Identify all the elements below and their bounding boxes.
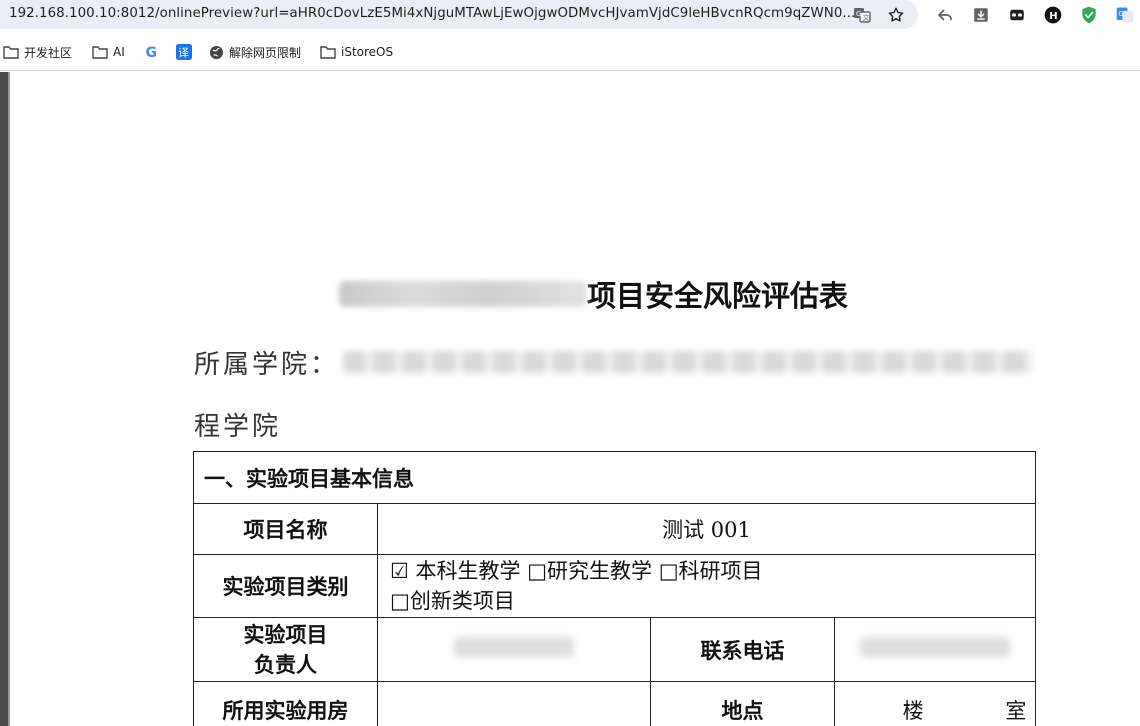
project-type-line-1: ☑ 本科生教学 □研究生教学 □科研项目 <box>390 559 763 583</box>
shield-extension-icon[interactable] <box>1078 4 1100 26</box>
bookmark-remove-restrictions[interactable]: 解除网页限制 <box>209 42 301 62</box>
svg-text:文: 文 <box>863 13 870 22</box>
svg-text:G: G <box>856 10 861 18</box>
location-label: 地点 <box>650 681 835 726</box>
project-name-label: 项目名称 <box>193 503 378 555</box>
bookmark-star-icon[interactable] <box>886 5 906 25</box>
bookmarks-bar: 开发社区 AI G 译 解除网页限制 iStoreOS <box>0 31 1140 71</box>
project-type-line-2: □创新类项目 <box>390 589 515 613</box>
location-value: 楼 室 <box>834 681 1036 726</box>
globe-icon <box>209 45 224 59</box>
browser-toolbar: 192.168.100.10:8012/onlinePreview?url=aH… <box>0 0 1140 31</box>
project-leader-label: 实验项目 负责人 <box>193 617 378 682</box>
bookmark-dev-community[interactable]: 开发社区 <box>3 42 72 62</box>
leader-label-line-1: 实验项目 <box>243 622 328 647</box>
viewer-left-edge <box>0 72 8 726</box>
phone-label: 联系电话 <box>650 617 835 682</box>
document-viewer[interactable]: 项目安全风险评估表 所属学院： 程学院 一、实验项目基本信息 项目名称 测试 0… <box>0 72 1140 726</box>
bookmark-label: AI <box>113 45 125 59</box>
project-type-label: 实验项目类别 <box>193 554 378 618</box>
college-label: 所属学院： <box>194 349 340 380</box>
location-room: 室 <box>1005 698 1027 723</box>
google-translate-extension-icon[interactable]: G <box>1114 4 1136 26</box>
redacted-college-names <box>343 351 1034 373</box>
svg-text:译: 译 <box>178 47 189 60</box>
phone-value <box>834 617 1036 682</box>
redacted-university-name <box>339 281 587 307</box>
translate-page-icon[interactable]: G文 <box>852 5 872 25</box>
project-type-options: ☑ 本科生教学 □研究生教学 □科研项目 □创新类项目 <box>377 554 1036 618</box>
project-name-value: 测试 001 <box>377 503 1036 555</box>
glasses-extension-icon[interactable] <box>1006 4 1028 26</box>
college-line-continued: 程学院 <box>194 404 281 444</box>
bookmark-label: 开发社区 <box>24 45 73 60</box>
bookmark-translate[interactable]: 译 <box>176 42 192 62</box>
bookmark-label: 解除网页限制 <box>229 45 302 60</box>
college-line-2-text: 程学院 <box>194 411 282 442</box>
document-title: 项目安全风险评估表 <box>339 274 848 314</box>
location-building: 楼 <box>902 698 924 723</box>
document-title-text: 项目安全风险评估表 <box>587 279 849 313</box>
url-text[interactable]: 192.168.100.10:8012/onlinePreview?url=aH… <box>9 6 855 21</box>
address-bar[interactable]: 192.168.100.10:8012/onlinePreview?url=aH… <box>0 0 918 29</box>
svg-text:H: H <box>1049 11 1057 22</box>
lab-room-label: 所用实验用房 <box>193 681 378 726</box>
bookmark-google[interactable]: G <box>144 42 160 62</box>
google-icon: G <box>146 45 158 60</box>
college-line: 所属学院： <box>194 342 1034 382</box>
folder-icon <box>320 46 336 59</box>
leader-label-line-2: 负责人 <box>254 652 317 677</box>
redacted-phone-number <box>860 637 1010 657</box>
svg-text:G: G <box>146 45 158 60</box>
section-1-title: 一、实验项目基本信息 <box>193 451 1036 504</box>
svg-text:G: G <box>1118 10 1123 18</box>
project-leader-value <box>377 617 651 682</box>
lab-room-value <box>377 681 651 726</box>
bookmark-ai[interactable]: AI <box>92 42 125 62</box>
bookmark-label: iStoreOS <box>341 45 394 59</box>
download-icon[interactable] <box>970 4 992 26</box>
viewer-left-edge-highlight <box>8 72 10 726</box>
folder-icon <box>3 46 19 59</box>
h-extension-icon[interactable]: H <box>1042 4 1064 26</box>
risk-assessment-table: 一、实验项目基本信息 项目名称 测试 001 实验项目类别 ☑ 本科生教学 □研… <box>193 451 1036 726</box>
bookmark-istoreos[interactable]: iStoreOS <box>320 42 393 62</box>
reply-arrow-icon[interactable] <box>934 4 956 26</box>
redacted-leader-name <box>454 637 574 657</box>
folder-icon <box>92 46 108 59</box>
translate-icon: 译 <box>176 44 192 60</box>
